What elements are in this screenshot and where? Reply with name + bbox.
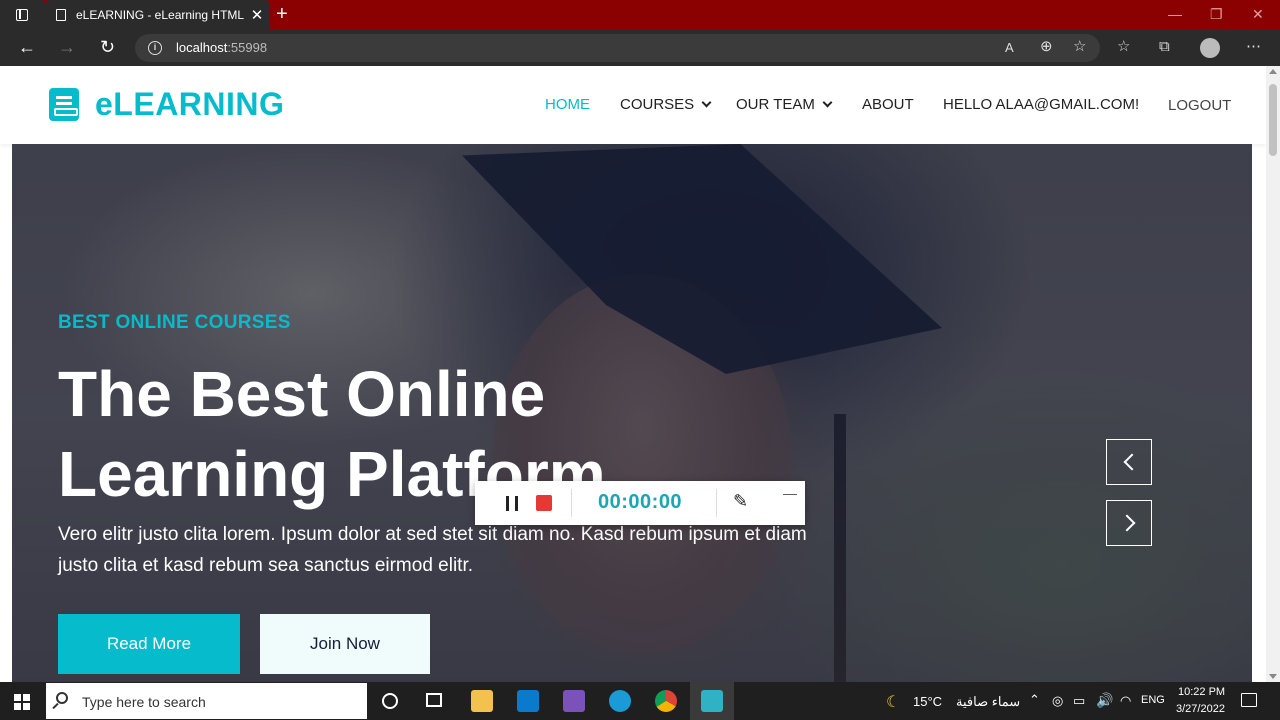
- nav-greeting[interactable]: HELLO ALAA@GMAIL.COM!: [943, 96, 1139, 113]
- url-port: :55998: [227, 40, 268, 55]
- page-scrollbar[interactable]: [1266, 66, 1280, 682]
- minimize-icon[interactable]: —: [1168, 6, 1182, 22]
- windows-taskbar: Type here to search ☾ 15°C سماء صافية ⌃ …: [0, 682, 1280, 720]
- chevron-down-icon: [822, 97, 833, 108]
- nav-courses[interactable]: COURSES: [620, 96, 712, 113]
- weather-temp[interactable]: 15°C: [913, 694, 942, 709]
- address-bar: ← → ↻ i localhost:55998 A ⊕ ☆ ☆ ⧉ ⋯: [0, 30, 1280, 66]
- cortana-icon[interactable]: [382, 693, 398, 709]
- nav-our-team-label: OUR TEAM: [736, 96, 815, 113]
- brand-logo[interactable]: eLEARNING: [95, 86, 284, 123]
- tab-actions-button[interactable]: [0, 0, 44, 30]
- pause-icon[interactable]: [506, 496, 518, 511]
- recorder-app-icon[interactable]: [701, 690, 723, 712]
- site-header: eLEARNING HOME COURSES OUR TEAM ABOUT HE…: [0, 66, 1266, 144]
- notifications-icon[interactable]: [1241, 693, 1257, 707]
- profile-avatar[interactable]: [1200, 38, 1220, 58]
- nav-logout[interactable]: LOGOUT: [1168, 97, 1231, 114]
- scroll-up-icon[interactable]: [1269, 69, 1277, 74]
- forward-icon[interactable]: →: [58, 38, 76, 56]
- chevron-right-icon: [1118, 514, 1136, 532]
- tab-title: eLEARNING - eLearning HTML Te: [76, 8, 244, 22]
- search-placeholder: Type here to search: [82, 694, 206, 710]
- site-info-icon[interactable]: i: [148, 41, 162, 55]
- nav-courses-label: COURSES: [620, 96, 695, 113]
- scroll-thumb[interactable]: [1269, 84, 1277, 156]
- tray-app-icon[interactable]: ◎: [1052, 693, 1063, 709]
- join-now-button[interactable]: Join Now: [260, 614, 430, 674]
- nav-about[interactable]: ABOUT: [862, 96, 914, 113]
- book-icon: [49, 88, 79, 121]
- vscode-icon[interactable]: [517, 690, 539, 712]
- hero-text: Vero elitr justo clita lorem. Ipsum dolo…: [58, 524, 807, 576]
- chevron-left-icon: [1123, 453, 1141, 471]
- chrome-icon[interactable]: [655, 690, 677, 712]
- collections-icon[interactable]: ⧉: [1159, 38, 1170, 56]
- moon-icon: ☾: [886, 694, 901, 711]
- hero-subtitle: BEST ONLINE COURSES: [58, 312, 291, 333]
- new-tab-button[interactable]: +: [276, 3, 288, 26]
- stop-icon[interactable]: [536, 495, 552, 511]
- hero-carousel: BEST ONLINE COURSES The Best Online Lear…: [12, 144, 1252, 682]
- browser-tab-bar: eLEARNING - eLearning HTML Te ✕ + — ❐ ✕: [0, 0, 1280, 30]
- wifi-icon[interactable]: ◠: [1120, 693, 1131, 709]
- screen-recorder-toolbar: 00:00:00 ✎ —: [475, 481, 805, 525]
- clock-time[interactable]: 10:22 PM: [1178, 686, 1225, 698]
- carousel-prev-button[interactable]: [1106, 439, 1152, 485]
- recording-timer: 00:00:00: [598, 491, 683, 513]
- minimize-recorder-icon[interactable]: —: [783, 485, 797, 501]
- chevron-down-icon: [701, 97, 712, 108]
- nav-our-team[interactable]: OUR TEAM: [736, 96, 833, 113]
- tab-actions-icon: [16, 9, 28, 21]
- language-indicator[interactable]: ENG: [1141, 694, 1165, 706]
- tab-close-icon[interactable]: ✕: [244, 6, 270, 24]
- volume-icon[interactable]: 🔊: [1096, 692, 1113, 709]
- taskbar-search[interactable]: Type here to search: [46, 683, 367, 719]
- carousel-next-button[interactable]: [1106, 500, 1152, 546]
- pen-icon[interactable]: ✎: [733, 491, 748, 512]
- favorites-icon[interactable]: ☆: [1117, 38, 1130, 56]
- browser-tab[interactable]: eLEARNING - eLearning HTML Te ✕: [44, 0, 270, 30]
- edge-icon[interactable]: [609, 690, 631, 712]
- file-explorer-icon[interactable]: [471, 690, 493, 712]
- back-icon[interactable]: ←: [18, 38, 36, 56]
- add-favorite-icon[interactable]: ☆: [1073, 38, 1086, 56]
- tray-expand-icon[interactable]: ⌃: [1029, 692, 1040, 708]
- search-icon: [56, 692, 68, 704]
- scroll-down-icon[interactable]: [1269, 674, 1277, 679]
- battery-icon[interactable]: ▭: [1073, 693, 1085, 709]
- nav-home[interactable]: HOME: [545, 96, 590, 113]
- divider: [571, 489, 572, 517]
- read-aloud-icon[interactable]: A: [1005, 39, 1014, 57]
- close-window-icon[interactable]: ✕: [1252, 6, 1264, 23]
- url-host: localhost: [176, 40, 228, 55]
- read-more-button[interactable]: Read More: [58, 614, 240, 674]
- refresh-icon[interactable]: ↻: [100, 38, 115, 56]
- clock-date[interactable]: 3/27/2022: [1176, 703, 1225, 715]
- weather-text[interactable]: سماء صافية: [956, 694, 1020, 710]
- url-field[interactable]: i localhost:55998 A ⊕ ☆: [135, 34, 1100, 62]
- divider: [716, 489, 717, 517]
- more-options-icon[interactable]: ⋯: [1246, 38, 1261, 56]
- page-icon: [56, 9, 66, 21]
- task-view-icon[interactable]: [426, 693, 442, 707]
- windows-start-icon[interactable]: [14, 694, 30, 710]
- visual-studio-icon[interactable]: [563, 690, 585, 712]
- restore-icon[interactable]: ❐: [1210, 6, 1223, 23]
- zoom-icon[interactable]: ⊕: [1040, 38, 1053, 56]
